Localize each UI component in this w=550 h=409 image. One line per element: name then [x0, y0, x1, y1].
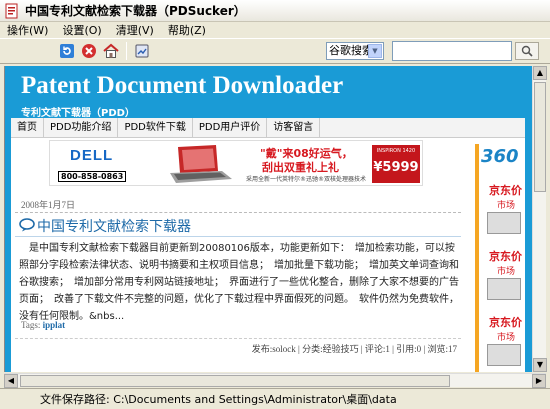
site-subtitle: 专利文献下载器（PDD） [21, 108, 135, 119]
refresh-button[interactable] [56, 41, 78, 61]
divider [15, 338, 461, 339]
dell-ad-banner[interactable]: DELL 800-858-0863 "戴"来08好运气， 刮出双重礼上礼 采用全… [49, 140, 423, 186]
menu-settings[interactable]: 设置(O) [55, 22, 108, 38]
post-tags: Tags: ipplat [21, 320, 65, 330]
refresh-icon [60, 44, 74, 58]
browser-viewport[interactable]: Patent Document Downloader 专利文献下载器（PDD） … [4, 66, 532, 372]
tag-link[interactable]: ipplat [43, 320, 66, 330]
side-ad[interactable]: 360 京东价 市场 京东价 市场 京东价 市场 [475, 144, 525, 372]
nav-reviews[interactable]: PDD用户评价 [193, 118, 268, 137]
site-title: Patent Document Downloader [21, 72, 344, 99]
menu-bar: 操作(W) 设置(O) 清理(V) 帮助(Z) [0, 22, 550, 38]
side-ad-market-label: 市场 [497, 333, 516, 343]
tags-label: Tags: [21, 320, 41, 330]
stop-button[interactable] [78, 41, 100, 61]
horizontal-scrollbar[interactable]: ◀ ▶ [4, 373, 546, 388]
side-ad-inner: 360 京东价 市场 京东价 市场 京东价 市场 [479, 144, 525, 372]
ad-model: INSPIRON 1420 [376, 148, 416, 154]
stop-icon [82, 44, 96, 58]
divider [15, 236, 461, 237]
title-bar: 中国专利文献检索下载器（PDSucker） [0, 0, 550, 22]
product-image [487, 344, 521, 366]
side-ad-market-label: 市场 [497, 267, 516, 277]
post-title-link[interactable]: 中国专利文献检索下载器 [37, 216, 191, 236]
info-button[interactable] [131, 41, 153, 61]
site-nav: 首页 PDD功能介绍 PDD软件下载 PDD用户评价 访客留言 [11, 118, 525, 138]
home-icon [103, 43, 119, 58]
scroll-right-icon[interactable]: ▶ [532, 374, 546, 388]
save-path-label: 文件保存路径: C:\Documents and Settings\Admini… [40, 393, 397, 406]
site-banner: Patent Document Downloader 专利文献下载器（PDD） [11, 66, 525, 119]
horizontal-scroll-thumb[interactable] [20, 375, 450, 387]
info-icon [135, 44, 149, 58]
laptop-image [170, 145, 232, 183]
divider [15, 212, 461, 213]
blog-post: 2008年1月7日 中国专利文献检索下载器 是中国专利文献检索下载器目前更新到2… [15, 188, 461, 372]
post-date: 2008年1月7日 [21, 200, 76, 210]
ad-fineprint: 采用全新一代英特尔®迅驰®双核处理器技术 [246, 176, 367, 183]
status-bar: 文件保存路径: C:\Documents and Settings\Admini… [0, 388, 550, 409]
product-image [487, 278, 521, 300]
search-button[interactable] [515, 42, 539, 60]
toolbar-separator [126, 42, 127, 60]
side-ad-brand: 360 [481, 146, 519, 167]
nav-download[interactable]: PDD软件下载 [118, 118, 193, 137]
search-icon [521, 45, 533, 57]
scroll-down-icon[interactable]: ▼ [533, 358, 547, 372]
dell-ad-logo-block: DELL 800-858-0863 [54, 145, 130, 183]
post-meta: 发布:solock | 分类:经验技巧 | 评论:1 | 引用:0 | 浏览:1… [251, 344, 457, 354]
menu-help[interactable]: 帮助(Z) [161, 22, 213, 38]
nav-features[interactable]: PDD功能介绍 [44, 118, 119, 137]
ad-price-badge: INSPIRON 1420 ¥5999 [372, 145, 420, 183]
page-right-border [525, 66, 532, 372]
scroll-left-icon[interactable]: ◀ [4, 374, 18, 388]
menu-operation[interactable]: 操作(W) [0, 22, 55, 38]
search-engine-select[interactable]: 谷歌搜索 ▼ [326, 42, 384, 60]
side-ad-market-label: 市场 [497, 201, 516, 211]
speech-bubble-icon [19, 218, 35, 232]
app-icon [5, 3, 18, 18]
menu-clean[interactable]: 清理(V) [109, 22, 161, 38]
dell-phone: 800-858-0863 [58, 171, 127, 182]
vertical-scroll-thumb[interactable] [534, 82, 546, 192]
dell-logo: DELL [70, 147, 114, 164]
search-engine-value: 谷歌搜索 [329, 44, 373, 57]
post-body: 是中国专利文献检索下载器目前更新到20080106版本，功能更新如下： 增加检索… [19, 243, 459, 322]
nav-guestbook[interactable]: 访客留言 [267, 118, 321, 137]
home-button[interactable] [100, 41, 122, 61]
scroll-up-icon[interactable]: ▲ [533, 66, 547, 80]
ad-price: ¥5999 [373, 160, 419, 175]
nav-home[interactable]: 首页 [11, 118, 44, 137]
search-input[interactable] [392, 41, 512, 61]
window-title: 中国专利文献检索下载器（PDSucker） [25, 4, 246, 18]
side-ad-price-label: 京东价 [489, 250, 522, 263]
side-ad-price-label: 京东价 [489, 184, 522, 197]
product-image [487, 212, 521, 234]
ad-headline-2: 刮出双重礼上礼 [262, 161, 339, 174]
vertical-scrollbar[interactable]: ▲ ▼ [532, 66, 547, 372]
chevron-down-icon[interactable]: ▼ [368, 44, 382, 58]
side-ad-price-label: 京东价 [489, 316, 522, 329]
